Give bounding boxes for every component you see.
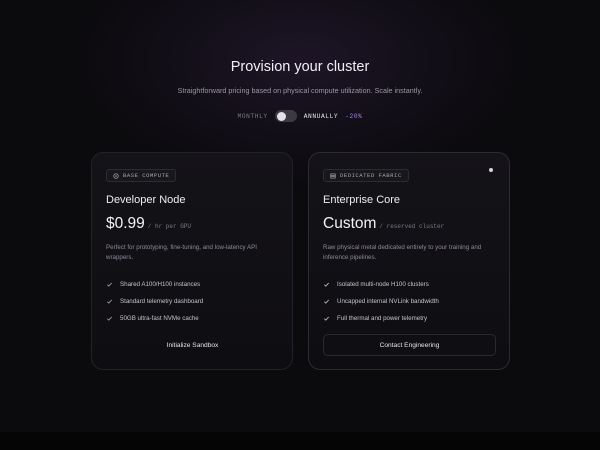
feature-item: 50GB ultra-fast NVMe cache	[106, 310, 203, 327]
feature-text: Isolated multi-node H100 clusters	[337, 281, 429, 288]
plan-tag: BASE COMPUTE	[106, 169, 177, 182]
plan-card-developer: BASE COMPUTE Developer Node $0.99 / hr p…	[91, 152, 293, 370]
plan-name: Enterprise Core	[323, 194, 401, 206]
plan-description: Perfect for prototyping, fine-tuning, an…	[106, 244, 257, 261]
feature-item: Full thermal and power telemetry	[323, 310, 439, 327]
plan-card-enterprise: DEDICATED FABRIC Enterprise Core Custom …	[308, 152, 510, 370]
feature-text: Uncapped internal NVLink bandwidth	[337, 298, 439, 305]
plan-price: Custom	[323, 215, 377, 232]
monthly-label[interactable]: MONTHLY	[238, 113, 268, 120]
plan-tag: DEDICATED FABRIC	[323, 169, 409, 182]
feature-text: Full thermal and power telemetry	[337, 315, 428, 322]
feature-item: Standard telemetry dashboard	[106, 293, 203, 310]
plan-price: $0.99	[106, 215, 145, 232]
contact-engineering-button[interactable]: Contact Engineering	[323, 334, 496, 356]
check-icon	[106, 281, 113, 288]
plan-name: Developer Node	[106, 194, 186, 206]
feature-text: 50GB ultra-fast NVMe cache	[120, 315, 199, 322]
annually-label[interactable]: ANNUALLY	[304, 113, 339, 120]
plan-price-unit: / reserved cluster	[379, 223, 445, 230]
status-dot	[489, 168, 493, 172]
initialize-sandbox-button[interactable]: Initialize Sandbox	[106, 334, 279, 356]
check-icon	[323, 298, 330, 305]
plan-features: Shared A100/H100 instances Standard tele…	[106, 276, 203, 327]
feature-item: Isolated multi-node H100 clusters	[323, 276, 439, 293]
page-subtitle: Straightforward pricing based on physica…	[177, 86, 423, 95]
footer-band	[0, 432, 600, 450]
page-title: Provision your cluster	[230, 59, 370, 75]
plan-features: Isolated multi-node H100 clusters Uncapp…	[323, 276, 439, 327]
plan-price-unit: / hr per GPU	[147, 223, 192, 230]
feature-text: Shared A100/H100 instances	[120, 281, 201, 288]
plan-tag-label: DEDICATED FABRIC	[340, 172, 402, 179]
plan-price-row: $0.99 / hr per GPU	[106, 215, 191, 233]
check-icon	[323, 281, 330, 288]
plan-price-row: Custom / reserved cluster	[323, 215, 444, 233]
check-icon	[106, 315, 113, 322]
toggle-knob	[276, 111, 286, 121]
feature-text: Standard telemetry dashboard	[120, 298, 204, 305]
check-icon	[106, 298, 113, 305]
check-icon	[323, 315, 330, 322]
chip-icon	[113, 172, 119, 179]
discount-badge: -20%	[345, 112, 363, 120]
plan-tag-label: BASE COMPUTE	[123, 172, 170, 179]
plan-description: Raw physical metal dedicated entirely to…	[323, 244, 482, 261]
feature-item: Uncapped internal NVLink bandwidth	[323, 293, 439, 310]
server-icon	[330, 173, 336, 178]
feature-item: Shared A100/H100 instances	[106, 276, 203, 293]
billing-toggle[interactable]	[274, 110, 297, 122]
billing-toggle-group: MONTHLY ANNUALLY -20%	[0, 110, 600, 122]
